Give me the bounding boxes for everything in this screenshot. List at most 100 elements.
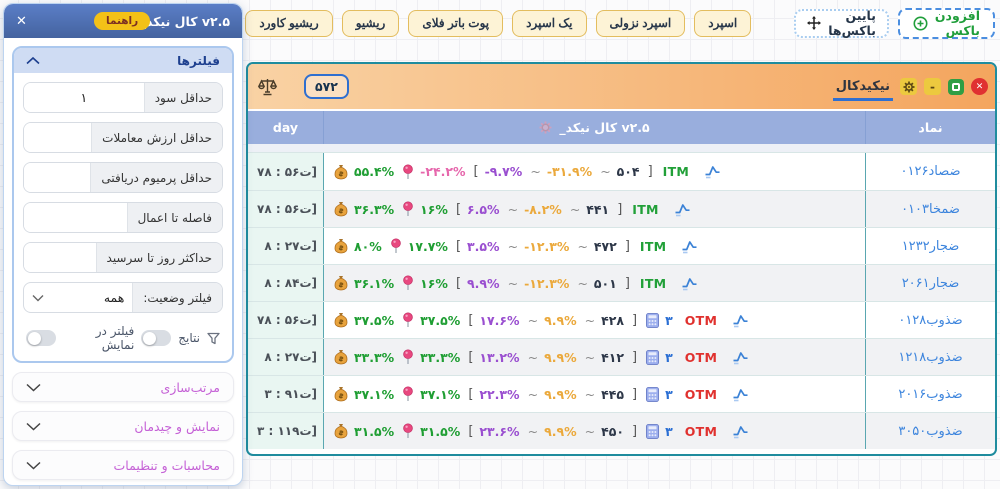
day-cell: ۷۸ : ۵۶ت] [248,191,324,227]
expand-box-icon[interactable] [948,78,964,95]
min-trade-value-input[interactable] [24,123,92,152]
pin-value: -۲۴.۲% [420,164,466,179]
day-cell: ۸ : ۲۷ت] [248,228,324,264]
tilde-separator: ~ [507,275,519,291]
filters-section-header[interactable]: فیلترها [14,48,232,73]
symbol-link[interactable]: ضذوب۱۲۱۸ [898,350,962,365]
symbol-link[interactable]: ضذوب۳۰۵۰ [898,424,962,439]
box-tab-title[interactable]: نیکیدکال [832,73,893,101]
results-label: نتایج [178,331,200,345]
strategy-button-ratio-covered[interactable]: ریشیو کاورد [245,9,333,37]
symbol-link[interactable]: ضمخا۰۱۰۳ [901,202,960,217]
results-toggle[interactable] [141,330,172,346]
day-value: ۷۸ : ۵۶ت] [257,202,317,216]
filter-in-view-toggle[interactable] [26,330,56,346]
add-box-button[interactable]: افزودن باکس [897,7,995,39]
nikeid-call-box: ✕ - نیکیدکال ۵۷۲ نماد _نیکد [246,62,997,456]
day-cell: ۳ : ۹۱ت] [248,376,324,412]
min-profit-row: حداقل سود [23,82,223,113]
filters-section-title: فیلترها [177,53,220,68]
symbol-cell: ضذوب۱۲۱۸ [865,339,995,375]
chart-icon[interactable] [732,313,749,328]
scale-icon[interactable] [257,77,278,97]
add-box-label: افزودن باکس [934,8,980,38]
move-boxes-button[interactable]: پایین باکس‌ها [794,8,889,38]
chart-icon[interactable] [681,239,698,254]
min-profit-input[interactable] [24,83,144,112]
chart-icon[interactable] [674,202,691,217]
symbol-cell: ضذوب۰۱۲۸ [865,302,995,338]
tilde-separator: ~ [527,423,539,439]
close-box-icon[interactable]: ✕ [971,78,988,95]
chevron-down-icon [26,383,41,392]
range-low-value: ۱۷.۶% [479,312,520,328]
moneyness-tag: OTM [684,386,718,402]
help-badge[interactable]: راهنما [94,12,151,30]
day-value: ۸ : ۲۷ت] [264,239,317,253]
symbol-link[interactable]: ضجار۱۲۳۲ [902,239,960,254]
pin-value: ۳۱.۵% [420,423,461,439]
chart-icon[interactable] [704,164,721,179]
pin-icon [402,201,414,217]
strategy-button-one-spread[interactable]: یک اسپرد [512,9,587,37]
open-bracket: [ [468,386,474,402]
strategy-cell: ۳۳.۳% ۳۳.۳% [ ۱۳.۲% ~ ۹.۹% ~ ۴۱۲ ] ۳ OTM [324,339,865,375]
close-icon[interactable]: ✕ [16,15,27,28]
strike-value: ۴۷۲ [593,238,617,254]
symbol-link[interactable]: ضذوب۲۰۱۶ [898,387,962,402]
table-row: ضذوب۰۱۲۸ ۳۷.۵% ۳۷.۵% [ ۱۷.۶% ~ ۹.۹% ~ ۴۲… [248,301,995,338]
column-header-strategy[interactable]: _نیکد‎ کال‎ v۲.۵ [324,111,865,144]
column-header-symbol[interactable]: نماد [865,111,995,144]
pin-value: ۱۷.۷% [407,238,448,254]
day-value: ۷۸ : ۵۶ت] [257,164,317,179]
calc-group: ۳ [646,350,675,365]
profit-value: ۳۳.۳% [354,349,395,365]
chart-icon[interactable] [732,350,749,365]
strategy-button-put-butterfly[interactable]: پوت باتر فلای [408,9,504,37]
toggles-row: فیلتر در نمایش نتایج [26,324,220,352]
filter-panel: ✕ راهنما _نیکد‎ کال‎ v۲.۵ فیلترها حداقل … [3,3,243,486]
strategy-cell: ۵۵.۴% -۲۴.۲% [ -۹.۷% ~ -۳۱.۹% ~ ۵۰۴ ] IT… [324,153,865,190]
symbol-link[interactable]: ضجار۲۰۶۱ [902,276,960,291]
pin-value: ۱۶% [420,201,448,217]
strike-value: ۴۴۵ [601,386,624,402]
range-high-value: ۹.۹% [544,386,577,402]
day-cell: ۸ : ۲۷ت] [248,339,324,375]
profit-value: ۳۷.۵% [354,312,395,328]
steps-value: ۳ [665,386,673,402]
tilde-separator: ~ [527,349,539,365]
min-profit-label: حداقل سود [143,83,222,112]
table-row: ضذوب۱۲۱۸ ۳۳.۳% ۳۳.۳% [ ۱۳.۲% ~ ۹.۹% ~ ۴۱… [248,338,995,375]
strategy-cell: ۳۶.۳% ۱۶% [ ۶.۵% ~ -۸.۲% ~ ۴۴۱ ] ITM [324,191,865,227]
move-icon [807,16,822,30]
close-bracket: ] [647,164,653,179]
symbol-cell: ضصاد۰۱۲۶ [865,153,995,190]
strategy-button-ratio[interactable]: ریشیو [341,9,400,37]
chart-icon[interactable] [732,387,749,402]
chart-icon[interactable] [732,424,749,439]
tilde-separator: ~ [577,238,588,254]
day-value: ۸ : ۸۴ت] [264,276,317,290]
section-display-layout[interactable]: نمایش و چیدمان [12,411,234,441]
max-days-input[interactable] [24,243,96,272]
money-bag-icon [334,238,348,254]
table-row: ضجار۲۰۶۱ ۳۶.۱% ۱۶% [ ۹.۹% ~ -۱۲.۳% ~ ۵۰۱… [248,264,995,301]
minimize-box-icon[interactable]: - [924,78,941,95]
strike-value: ۴۵۰ [601,423,624,439]
symbol-link[interactable]: ضذوب۰۱۲۸ [898,313,962,328]
strategy-button-bear-spread[interactable]: اسپرد نزولی [595,9,686,37]
column-header-day[interactable]: day [248,111,324,144]
chart-icon[interactable] [681,276,698,291]
distance-to-strike-input[interactable] [24,203,127,232]
status-select[interactable]: همه [24,283,132,312]
min-trade-value-label: حداقل ارزش معاملات [91,123,222,152]
strategy-button-spread[interactable]: اسپرد [694,9,752,37]
section-sorting[interactable]: مرتب‌سازی [12,372,234,402]
symbol-link[interactable]: ضصاد۰۱۲۶ [901,164,961,179]
filters-section: فیلترها حداقل سود حداقل ارزش معاملات حدا… [12,46,234,363]
gear-icon[interactable] [900,78,917,95]
status-filter-row: همه فیلتر وضعیت: [23,282,223,313]
calculator-icon [646,386,659,402]
min-premium-input[interactable] [24,163,91,192]
section-calculations-settings[interactable]: محاسبات و تنظیمات [12,450,234,480]
